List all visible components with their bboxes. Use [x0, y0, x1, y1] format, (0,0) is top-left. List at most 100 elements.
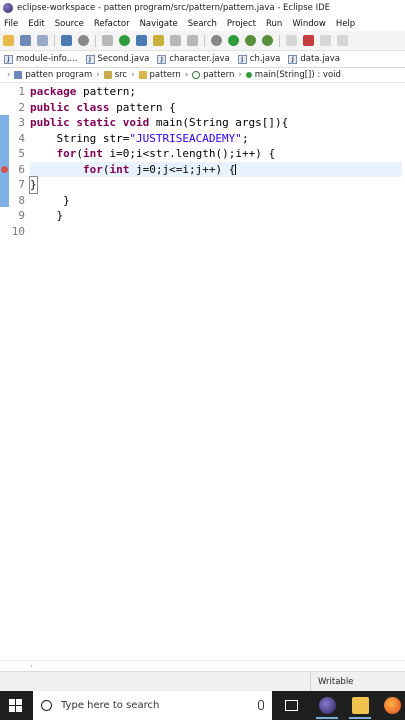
menu-source[interactable]: Source	[55, 19, 84, 29]
active-app-indicator	[316, 717, 338, 719]
horizontal-scrollbar[interactable]: ‹	[0, 660, 405, 670]
current-code-line: for(int j=0;j<=i;j++) {	[30, 161, 402, 177]
pin-icon[interactable]	[170, 35, 181, 46]
eclipse-taskbar-icon[interactable]	[319, 697, 336, 714]
scroll-left-icon[interactable]: ‹	[30, 662, 33, 670]
editor-tab-bar: J module-info.... J Second.java J charac…	[0, 51, 405, 68]
toolbar-separator	[279, 34, 280, 47]
toolbar-separator	[204, 34, 205, 47]
breadcrumb-method[interactable]: main(String[]) : void	[255, 70, 341, 80]
microphone-icon[interactable]	[258, 700, 264, 710]
keyword: package	[30, 85, 77, 98]
method-icon	[245, 72, 252, 78]
code-text: (	[76, 147, 83, 160]
external-tools-icon[interactable]	[211, 35, 222, 46]
taskbar-search-box[interactable]: Type here to search	[33, 691, 272, 720]
breadcrumb-arrow-icon: ›	[184, 70, 189, 80]
tab-second-java[interactable]: J Second.java	[82, 51, 154, 68]
firefox-icon[interactable]	[384, 697, 401, 714]
java-file-icon: J	[237, 54, 247, 64]
writable-status: Writable	[310, 672, 405, 692]
menu-search[interactable]: Search	[188, 19, 217, 29]
menu-run[interactable]: Run	[266, 19, 282, 29]
run-as-icon[interactable]	[245, 35, 256, 46]
menu-refactor[interactable]: Refactor	[94, 19, 130, 29]
forward-icon[interactable]	[337, 35, 348, 46]
breadcrumb-src[interactable]: src	[115, 70, 127, 80]
windows-start-icon[interactable]	[9, 699, 22, 712]
line-number: 7	[18, 178, 25, 191]
menu-help[interactable]: Help	[336, 19, 355, 29]
tab-character-java[interactable]: J character.java	[153, 51, 233, 68]
java-file-icon: J	[288, 54, 298, 64]
code-line: }	[30, 208, 402, 224]
keyword: for	[56, 147, 77, 160]
breadcrumb-project[interactable]: patten program	[25, 70, 92, 80]
menu-edit[interactable]: Edit	[28, 19, 44, 29]
line-number: 4	[18, 131, 25, 145]
line-number: 9	[18, 209, 25, 222]
code-text: i=0;i<str.length();i++) {	[102, 147, 276, 160]
tab-label: data.java	[300, 54, 341, 64]
new-icon[interactable]	[3, 35, 14, 46]
coverage-icon[interactable]	[262, 35, 273, 46]
matching-bracket: }	[29, 176, 38, 194]
title-bar: eclipse-workspace - patten program/src/p…	[0, 0, 405, 16]
skip-breakpoints-icon[interactable]	[78, 35, 89, 46]
back-icon[interactable]	[320, 35, 331, 46]
tab-module-info[interactable]: J module-info....	[0, 51, 82, 68]
code-editor[interactable]: 1 2 3 4 5 6 7 8 9 10 package pattern; pu…	[0, 84, 405, 670]
tab-ch-java[interactable]: J ch.java	[234, 51, 285, 68]
code-text: }	[30, 209, 64, 222]
file-explorer-icon[interactable]	[352, 697, 369, 714]
keyword: int	[83, 147, 103, 160]
status-bar: Writable	[0, 671, 405, 692]
breadcrumb-arrow-icon: ›	[7, 70, 11, 80]
tab-label: ch.java	[249, 54, 281, 64]
code-area[interactable]: package pattern; public class pattern { …	[29, 84, 402, 240]
pilcrow-icon[interactable]	[187, 35, 198, 46]
code-text: main(String args[]){	[149, 116, 289, 129]
toolbar-separator	[95, 34, 96, 47]
menu-navigate[interactable]: Navigate	[140, 19, 178, 29]
dropdown-icon[interactable]	[286, 35, 297, 46]
java-icon[interactable]	[136, 35, 147, 46]
tab-label: module-info....	[16, 54, 78, 64]
breadcrumb-package[interactable]: pattern	[150, 70, 181, 80]
debug-icon[interactable]	[119, 35, 130, 46]
tab-data-java[interactable]: J data.java	[284, 51, 344, 68]
save-icon[interactable]	[20, 35, 31, 46]
java-file-icon: J	[85, 54, 95, 64]
breadcrumb-arrow-icon: ›	[238, 70, 242, 80]
open-console-icon[interactable]	[61, 35, 72, 46]
line-number: 2	[18, 100, 25, 114]
menu-file[interactable]: File	[4, 19, 18, 29]
eclipse-logo-icon	[3, 3, 13, 13]
toggle-mark-icon[interactable]	[102, 35, 113, 46]
task-view-icon[interactable]	[285, 700, 298, 711]
code-text: pattern {	[109, 100, 176, 114]
code-text: ;	[241, 131, 249, 145]
tab-label: character.java	[169, 54, 230, 64]
line-number: 10	[11, 224, 25, 238]
text-caret	[235, 164, 237, 175]
string-literal: "JUSTRISEACADEMY"	[129, 131, 242, 145]
run-icon[interactable]	[228, 35, 239, 46]
menu-window[interactable]: Window	[292, 19, 326, 29]
tab-label: Second.java	[97, 54, 150, 64]
breadcrumb-arrow-icon: ›	[131, 70, 135, 80]
stop-icon[interactable]	[303, 35, 314, 46]
keyword: for	[82, 162, 103, 176]
line-number: 3	[18, 116, 25, 129]
menu-project[interactable]: Project	[227, 19, 256, 29]
breadcrumb-class[interactable]: pattern	[203, 70, 234, 80]
toolbar-separator	[54, 34, 55, 47]
save-all-icon[interactable]	[37, 35, 48, 46]
highlight-icon[interactable]	[153, 35, 164, 46]
keyword: public class	[30, 100, 110, 114]
error-marker-icon[interactable]	[0, 162, 9, 177]
breadcrumb-arrow-icon: ›	[96, 70, 100, 80]
